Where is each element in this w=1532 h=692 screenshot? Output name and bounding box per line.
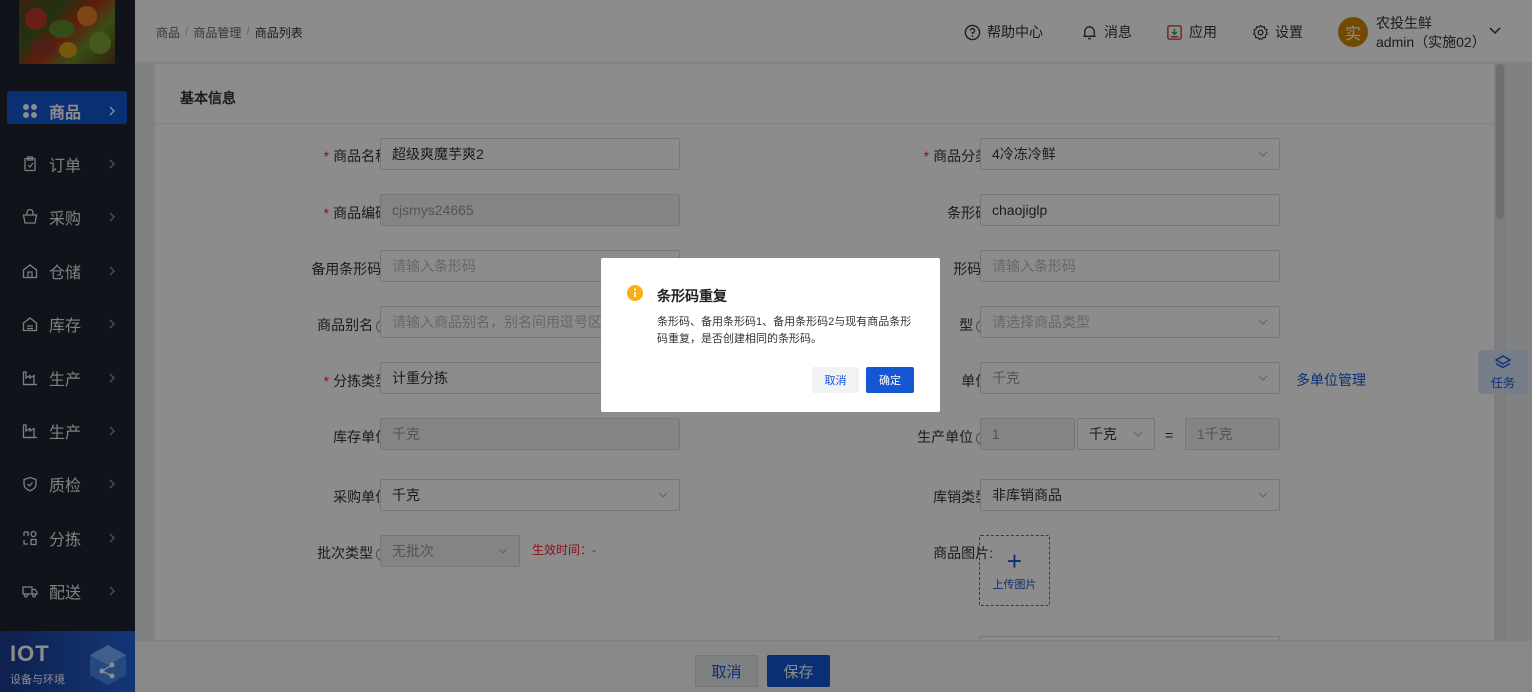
barcode-duplicate-dialog: 条形码重复 条形码、备用条形码1、备用条形码2与现有商品条形码重复，是否创建相同… [601, 258, 940, 412]
dialog-cancel-button[interactable]: 取消 [812, 367, 859, 393]
warning-icon [627, 285, 643, 301]
dialog-confirm-button[interactable]: 确定 [866, 367, 914, 393]
dialog-title: 条形码重复 [657, 288, 727, 304]
dialog-message: 条形码、备用条形码1、备用条形码2与现有商品条形码重复，是否创建相同的条形码。 [657, 316, 912, 345]
